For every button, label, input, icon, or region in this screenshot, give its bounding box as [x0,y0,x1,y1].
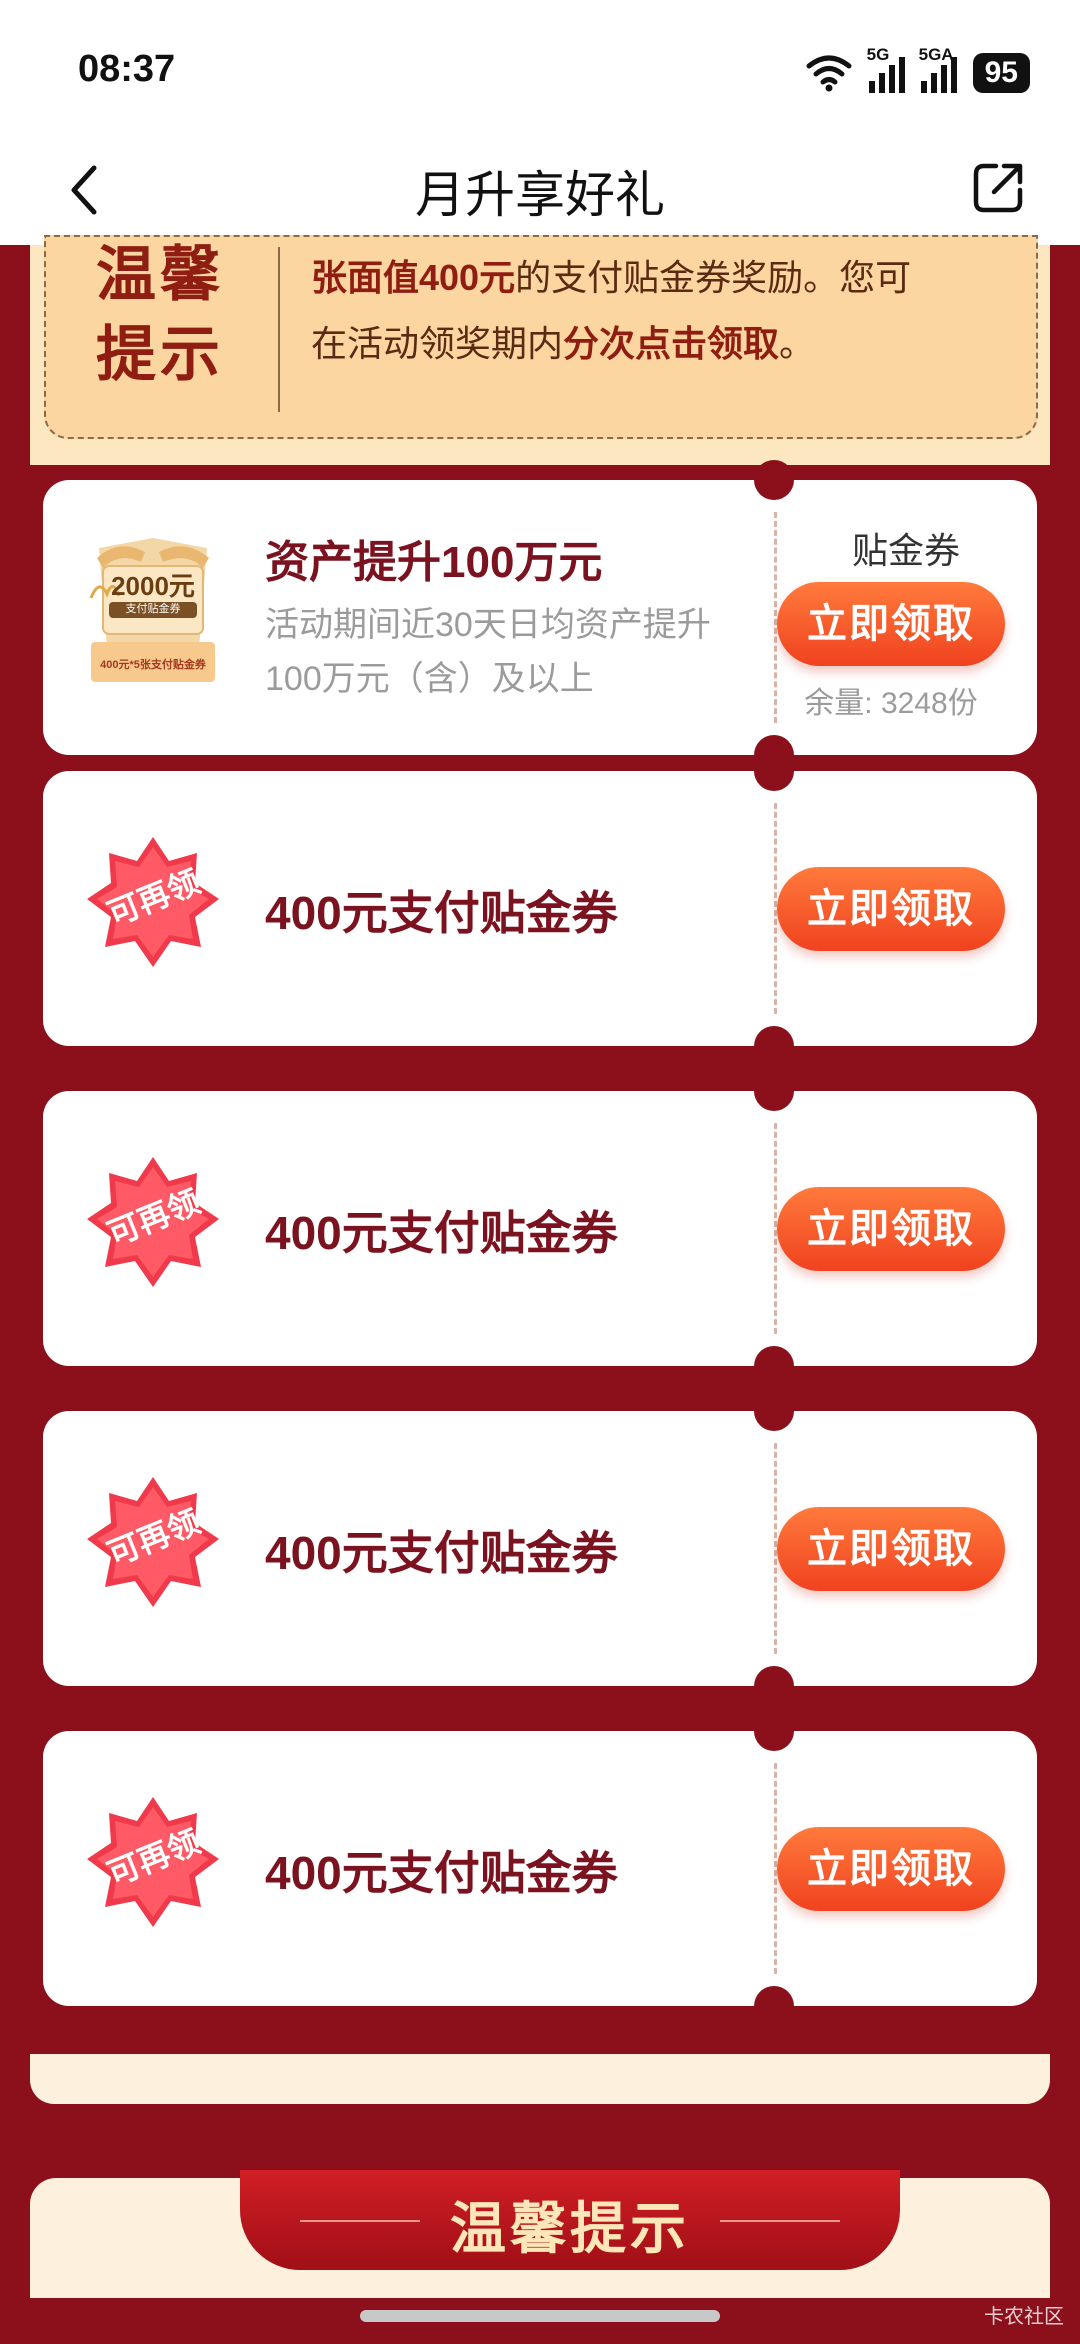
status-time: 08:37 [78,48,176,90]
scroll-content[interactable]: 温馨提示 张面值400元的支付贴金券奖励。您可 在活动领奖期内分次点击领取。 2… [0,235,1080,2344]
notice-bold-claim: 分次点击领取 [563,323,780,364]
coupon-name: 400元支付贴金券 [265,887,618,939]
claim-button[interactable]: 立即领取 [777,867,1005,951]
remaining-count: 余量: 3248份 [804,687,978,720]
panel-footer [30,2054,1050,2104]
gift-amount: 2000元 [111,571,195,601]
notice-line2: 的支付贴金券奖励。您可 [515,257,912,298]
cellular-signal-icon: 5GA [919,45,957,93]
coupon-right: 立即领取 [775,1731,1037,2006]
status-icons: 5G 5GA 95 [805,45,1030,96]
coupon-card: 可再领 400元支付贴金券 立即领取 [43,1071,1037,1386]
battery-icon: 95 [972,53,1030,93]
reclaim-badge-icon: 可再领 [83,1153,223,1293]
coupon-right: 立即领取 [775,1091,1037,1366]
coupon-name: 400元支付贴金券 [265,1527,618,1579]
notice-title: 温馨提示 [96,241,224,388]
tips-title: 温馨提示 [450,2197,690,2260]
coupon-card: 可再领 400元支付贴金券 立即领取 [43,1391,1037,1706]
signal-label-1: 5G [866,45,890,64]
grand-prize-right: 贴金券 立即领取 余量: 3248份 [775,480,1037,755]
status-bar: 08:37 5G 5GA 95 [0,0,1080,130]
coupon-name: 400元支付贴金券 [265,1847,618,1899]
page-title: 月升享好礼 [415,167,665,223]
grand-prize-left: 2000元 支付贴金券 400元*5张支付贴金券 资产提升100万元 活动期间近… [43,480,773,755]
notice-bold-amount: 张面值400元 [311,257,516,298]
watermark: 卡农社区 [984,2306,1064,2328]
wifi-icon [806,55,852,92]
notice-divider [278,247,280,412]
claim-button[interactable]: 立即领取 [777,582,1005,666]
reclaim-badge-icon: 可再领 [83,1473,223,1613]
gift-sub: 支付贴金券 [125,603,181,615]
notice-line3-pre: 在活动领奖期内 [311,323,564,364]
claim-button[interactable]: 立即领取 [777,1507,1005,1591]
cellular-signal-icon: 5G [867,45,905,93]
grand-prize-description: 活动期间近30天日均资产提升100万元（含）及以上 [265,606,711,698]
notice-section: 温馨提示 张面值400元的支付贴金券奖励。您可 在活动领奖期内分次点击领取。 [30,235,1050,465]
coupon-right: 立即领取 [775,771,1037,1046]
share-icon[interactable] [970,158,1028,216]
coupon-right: 立即领取 [775,1411,1037,1686]
notice-faded-line [311,225,1011,245]
reclaim-badge-icon: 可再领 [83,1793,223,1933]
tips-section: 温馨提示 [30,2170,1050,2298]
notice-line3-end: 。 [779,323,816,364]
coupon-name: 400元支付贴金券 [265,1207,618,1259]
divider-line [720,2220,840,2222]
grand-prize-title: 资产提升100万元 [265,538,603,587]
claim-button[interactable]: 立即领取 [777,1187,1005,1271]
coupon-type-label: 贴金券 [851,530,960,571]
gift-bottom: 400元*5张支付贴金券 [100,659,206,671]
tips-ribbon: 温馨提示 [240,2170,900,2270]
signal-label-2: 5GA [918,45,954,64]
notice-box: 温馨提示 张面值400元的支付贴金券奖励。您可 在活动领奖期内分次点击领取。 [44,235,1038,439]
coupon-card: 可再领 400元支付贴金券 立即领取 [43,1711,1037,2026]
notice-text: 张面值400元的支付贴金券奖励。您可 在活动领奖期内分次点击领取。 [311,239,1011,377]
grand-prize-card: 2000元 支付贴金券 400元*5张支付贴金券 资产提升100万元 活动期间近… [43,460,1037,775]
gift-box-icon: 2000元 支付贴金券 400元*5张支付贴金券 [89,538,217,686]
coupon-card: 可再领 400元支付贴金券 立即领取 [43,751,1037,1066]
reclaim-badge-icon: 可再领 [83,833,223,973]
claim-button[interactable]: 立即领取 [777,1827,1005,1911]
home-indicator[interactable] [360,2310,720,2322]
